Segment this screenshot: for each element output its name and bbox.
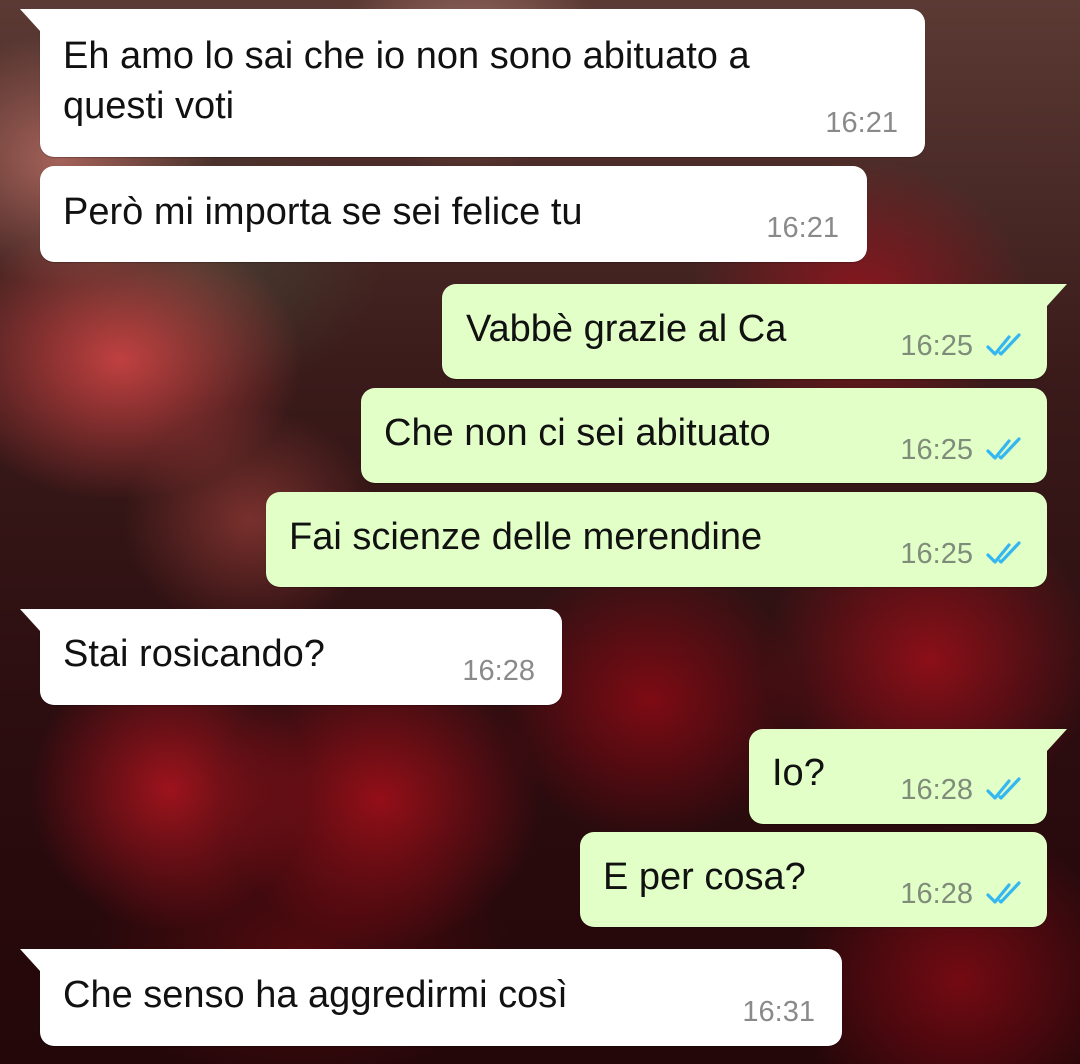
message-bubble-outgoing[interactable]: Vabbè grazie al Ca 16:25 [442, 284, 1067, 379]
message-text: Vabbè grazie al Ca [466, 308, 787, 350]
message-bubble-outgoing[interactable]: Fai scienze delle merendine 16:25 [266, 492, 1047, 587]
message-time: 16:25 [900, 434, 973, 466]
message-text: Eh amo lo sai che io non sono abituato a… [63, 35, 750, 127]
message-text: Io? [772, 752, 825, 794]
message-bubble-outgoing[interactable]: E per cosa? 16:28 [580, 832, 1047, 927]
message-bubble-incoming[interactable]: Che senso ha aggredirmi così 16:31 [20, 949, 842, 1046]
message-bubble-outgoing[interactable]: Che non ci sei abituato 16:25 [361, 388, 1047, 483]
message-time: 16:31 [742, 996, 815, 1028]
read-double-tick-icon [986, 333, 1021, 356]
message-time: 16:25 [900, 330, 973, 362]
read-double-tick-icon [986, 777, 1021, 800]
message-time: 16:21 [766, 212, 839, 244]
message-text: Stai rosicando? [63, 633, 325, 675]
message-bubble-outgoing[interactable]: Io? 16:28 [749, 729, 1067, 824]
read-double-tick-icon [986, 881, 1021, 904]
message-bubble-incoming[interactable]: Stai rosicando? 16:28 [20, 609, 562, 705]
read-double-tick-icon [986, 541, 1021, 564]
message-text: Però mi importa se sei felice tu [63, 191, 583, 233]
message-text: Che senso ha aggredirmi così [63, 974, 568, 1016]
message-time: 16:28 [900, 878, 973, 910]
message-time: 16:28 [900, 774, 973, 806]
message-bubble-incoming[interactable]: Però mi importa se sei felice tu 16:21 [40, 166, 867, 262]
message-bubble-incoming[interactable]: Eh amo lo sai che io non sono abituato a… [20, 9, 925, 157]
message-time: 16:28 [462, 655, 535, 687]
message-time: 16:21 [825, 107, 898, 139]
message-time: 16:25 [900, 538, 973, 570]
message-text: Che non ci sei abituato [384, 412, 771, 454]
message-text: Fai scienze delle merendine [289, 516, 763, 558]
message-text: E per cosa? [603, 856, 806, 898]
read-double-tick-icon [986, 437, 1021, 460]
chat-message-list[interactable]: Eh amo lo sai che io non sono abituato a… [0, 0, 1080, 1064]
